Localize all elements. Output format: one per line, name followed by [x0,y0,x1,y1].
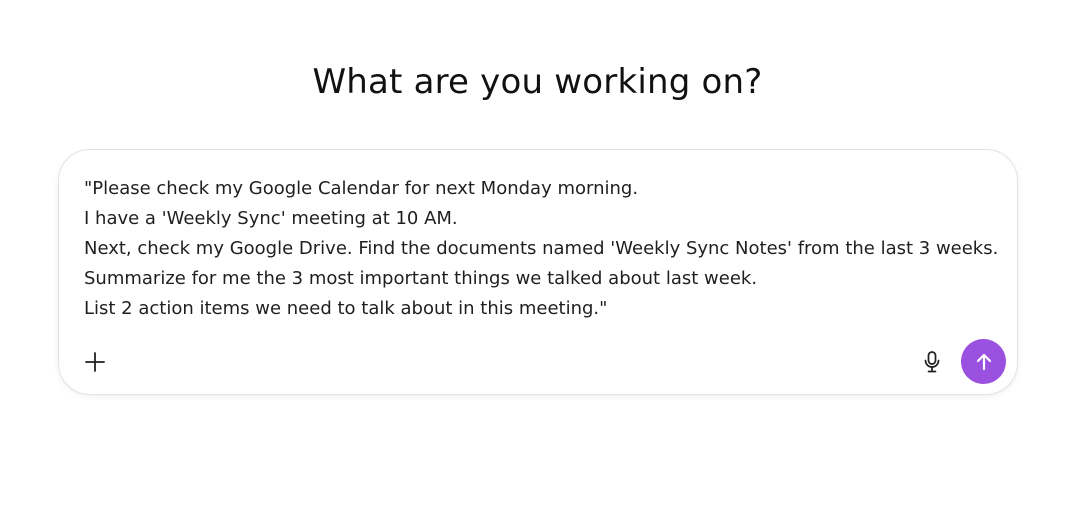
voice-input-button[interactable] [919,349,945,375]
plus-icon [85,352,105,372]
prompt-line: List 2 action items we need to talk abou… [84,298,608,319]
microphone-icon [924,351,940,373]
prompt-composer: "Please check my Google Calendar for nex… [58,149,1018,395]
arrow-up-icon [976,353,991,370]
prompt-line: Summarize for me the 3 most important th… [84,268,758,289]
prompt-line: Next, check my Google Drive. Find the do… [84,238,999,259]
send-button[interactable] [961,339,1006,384]
prompt-input[interactable]: "Please check my Google Calendar for nex… [84,174,999,324]
page: What are you working on? "Please check m… [0,0,1075,516]
add-attachment-button[interactable] [81,348,109,376]
page-title: What are you working on? [312,62,763,102]
prompt-line: I have a 'Weekly Sync' meeting at 10 AM. [84,208,458,229]
prompt-line: "Please check my Google Calendar for nex… [84,178,639,199]
